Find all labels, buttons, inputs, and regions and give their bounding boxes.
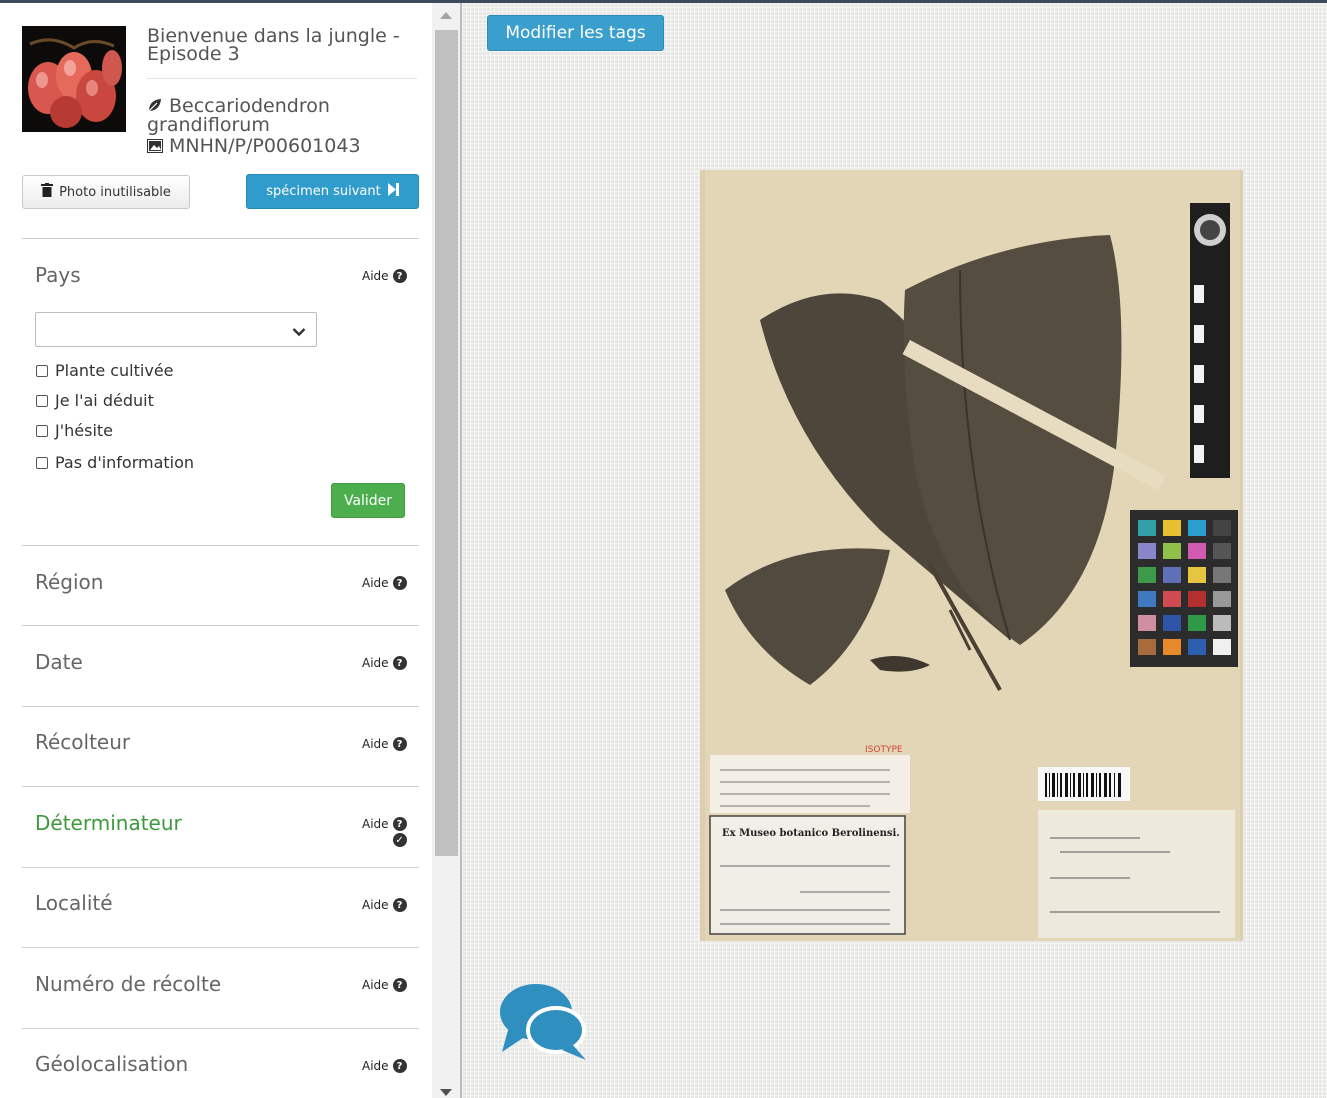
specimen-thumbnail[interactable] — [22, 26, 126, 132]
country-select[interactable] — [35, 312, 317, 347]
help-label: Aide — [362, 978, 389, 992]
specimen-code-text: MNHN/P/P00601043 — [169, 135, 361, 157]
help-link-locality[interactable]: Aide ? — [362, 898, 407, 912]
help-link-pays[interactable]: Aide ? — [362, 269, 407, 283]
checkbox-row-cultivated[interactable]: Plante cultivée — [36, 361, 174, 380]
specimen-code: MNHN/P/P00601043 — [147, 136, 417, 157]
chevron-down-icon — [292, 322, 306, 341]
header-divider — [147, 78, 417, 79]
section-title-collection-number[interactable]: Numéro de récolte — [35, 972, 221, 996]
section-title-determiner[interactable]: Déterminateur — [35, 811, 182, 835]
checkbox-label: J'hésite — [55, 421, 113, 440]
help-label: Aide — [362, 269, 389, 283]
section-divider — [22, 238, 419, 239]
section-title-collector[interactable]: Récolteur — [35, 730, 130, 754]
trash-icon — [41, 183, 54, 201]
checkbox-row-deduced[interactable]: Je l'ai déduit — [36, 391, 154, 410]
checkbox-hesitate[interactable] — [36, 424, 48, 437]
checkbox-deduced[interactable] — [36, 394, 48, 407]
help-link-region[interactable]: Aide ? — [362, 576, 407, 590]
help-link-geolocation[interactable]: Aide ? — [362, 1059, 407, 1073]
section-title-pays[interactable]: Pays — [35, 263, 81, 287]
question-circle-icon: ? — [392, 898, 407, 912]
section-title-geolocation[interactable]: Géolocalisation — [35, 1052, 188, 1076]
left-panel: Bienvenue dans la jungle - Episode 3 Bec… — [0, 3, 432, 1098]
help-label: Aide — [362, 656, 389, 670]
step-forward-icon — [387, 183, 399, 200]
section-divider — [22, 947, 419, 948]
help-link-collector[interactable]: Aide ? — [362, 737, 407, 751]
photo-unusable-label: Photo inutilisable — [59, 184, 171, 200]
check-circle-icon: ✓ — [392, 833, 407, 847]
scroll-down-arrow-icon[interactable] — [440, 1089, 452, 1096]
section-title-region[interactable]: Région — [35, 570, 103, 594]
help-label: Aide — [362, 898, 389, 912]
help-link-determiner[interactable]: Aide ? ✓ — [362, 817, 407, 847]
question-circle-icon: ? — [392, 656, 407, 670]
photo-unusable-button[interactable]: Photo inutilisable — [22, 175, 190, 209]
section-divider — [22, 1028, 419, 1029]
section-divider — [22, 867, 419, 868]
next-specimen-button[interactable]: spécimen suivant — [246, 174, 419, 209]
checkbox-row-no-info[interactable]: Pas d'information — [36, 453, 194, 472]
question-circle-icon: ? — [392, 269, 407, 283]
help-link-date[interactable]: Aide ? — [362, 656, 407, 670]
help-label: Aide — [362, 1059, 389, 1073]
section-title-locality[interactable]: Localité — [35, 891, 113, 915]
checkbox-label: Pas d'information — [55, 453, 195, 472]
checkbox-label: Plante cultivée — [55, 361, 174, 380]
checkbox-label: Je l'ai déduit — [55, 391, 154, 410]
checkbox-cultivated[interactable] — [36, 364, 48, 377]
section-divider — [22, 786, 419, 787]
question-circle-icon: ? — [392, 576, 407, 590]
section-divider — [22, 625, 419, 626]
question-circle-icon: ? — [392, 817, 407, 831]
isotype-stamp: ISOTYPE — [865, 745, 903, 755]
herbarium-specimen-image[interactable]: ISOTYPE Ex Museo botanico Berolinensi. — [700, 170, 1243, 941]
determiner-icons: ? ✓ — [392, 817, 407, 847]
help-link-collection-number[interactable]: Aide ? — [362, 978, 407, 992]
checkbox-no-info[interactable] — [36, 456, 48, 469]
next-specimen-label: spécimen suivant — [266, 184, 381, 199]
help-label: Aide — [362, 576, 389, 590]
scroll-up-arrow-icon[interactable] — [440, 12, 452, 19]
section-title-date[interactable]: Date — [35, 650, 83, 674]
validate-button[interactable]: Valider — [331, 483, 405, 518]
species-name-text: Beccariodendron grandiflorum — [147, 95, 330, 136]
section-divider — [22, 545, 419, 546]
page-title: Bienvenue dans la jungle - Episode 3 — [147, 25, 400, 65]
checkbox-row-hesitate[interactable]: J'hésite — [36, 421, 113, 440]
museum-label: Ex Museo botanico Berolinensi. — [722, 828, 900, 839]
section-divider — [22, 706, 419, 707]
chat-bubbles-icon[interactable] — [498, 982, 588, 1062]
image-icon — [147, 137, 163, 157]
help-label: Aide — [362, 817, 389, 831]
help-label: Aide — [362, 737, 389, 751]
species-name: Beccariodendron grandiflorum — [147, 95, 417, 136]
question-circle-icon: ? — [392, 1059, 407, 1073]
edit-tags-button[interactable]: Modifier les tags — [487, 15, 664, 51]
scrollbar-thumb[interactable] — [435, 30, 458, 856]
question-circle-icon: ? — [392, 978, 407, 992]
question-circle-icon: ? — [392, 737, 407, 751]
